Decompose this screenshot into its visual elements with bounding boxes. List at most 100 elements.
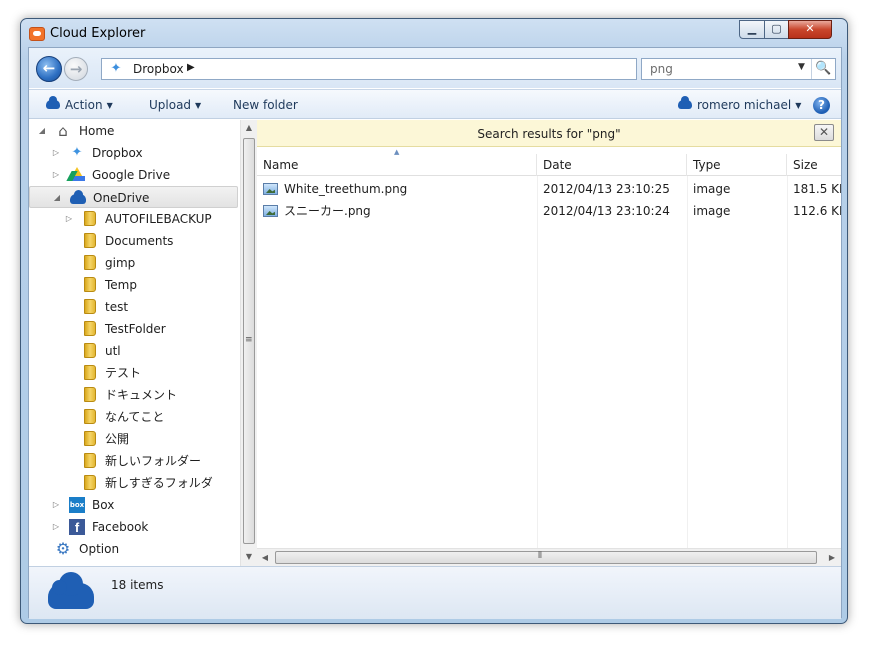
breadcrumb[interactable]: ✦ Dropbox ▶ ⇆ <box>101 58 701 80</box>
scroll-up-arrow-icon[interactable]: ▲ <box>241 120 257 136</box>
folder-icon <box>84 321 96 336</box>
tree-label: Google Drive <box>92 168 171 182</box>
forward-button[interactable]: → <box>64 57 88 81</box>
column-header-size[interactable]: Size <box>787 154 841 176</box>
column-header-type[interactable]: Type <box>687 154 787 176</box>
tree-item-onedrive[interactable]: ◢ OneDrive <box>29 186 238 208</box>
tree-vertical-scrollbar[interactable]: ▲ ▼ <box>240 120 257 566</box>
tree-item-folder[interactable]: テスト <box>29 362 239 384</box>
address-bar-row: ← → ✦ Dropbox ▶ ⇆ ▼ 🔍 <box>29 48 841 88</box>
expand-triangle-icon[interactable]: ▷ <box>51 516 61 538</box>
breadcrumb-dropbox[interactable]: Dropbox <box>133 62 184 76</box>
tree-item-folder[interactable]: utl <box>29 340 239 362</box>
new-folder-button[interactable]: New folder <box>233 98 298 112</box>
expand-triangle-icon[interactable]: ▷ <box>64 208 74 230</box>
tree-item-folder[interactable]: なんてこと <box>29 406 239 428</box>
file-type: image <box>693 182 731 196</box>
dropbox-icon: ✦ <box>110 61 122 76</box>
tree-label: 公開 <box>105 432 130 446</box>
search-box[interactable]: ▼ 🔍 <box>641 58 836 80</box>
table-row[interactable]: White_treethum.png 2012/04/13 23:10:25 i… <box>257 178 841 200</box>
search-input[interactable] <box>642 59 797 79</box>
scroll-down-arrow-icon[interactable]: ▼ <box>241 549 257 565</box>
maximize-button[interactable]: ▢ <box>764 20 789 39</box>
back-button[interactable]: ← <box>36 56 62 82</box>
tree-label: OneDrive <box>93 191 150 205</box>
scroll-right-arrow-icon[interactable]: ▶ <box>824 549 840 566</box>
horizontal-scrollbar[interactable]: ◀ ▶ <box>257 548 841 566</box>
google-drive-icon <box>69 167 85 181</box>
folder-icon <box>84 365 96 380</box>
upload-menu-button[interactable]: Upload ▼ <box>149 98 201 112</box>
column-header-date[interactable]: Date <box>537 154 687 176</box>
scrollbar-thumb[interactable] <box>243 138 255 544</box>
close-search-button[interactable]: ✕ <box>814 124 834 141</box>
tree-item-facebook[interactable]: ▷ f Facebook <box>29 516 239 538</box>
client-area: ← → ✦ Dropbox ▶ ⇆ ▼ 🔍 Action▼ Up <box>28 47 842 619</box>
expand-triangle-icon[interactable]: ▷ <box>51 494 61 516</box>
help-button[interactable]: ? <box>813 97 830 114</box>
tree-item-folder[interactable]: TestFolder <box>29 318 239 340</box>
tree-item-folder[interactable]: Temp <box>29 274 239 296</box>
tree-item-folder[interactable]: ドキュメント <box>29 384 239 406</box>
folder-icon <box>84 277 96 292</box>
tree-item-folder[interactable]: test <box>29 296 239 318</box>
minimize-button[interactable]: ▁ <box>739 20 765 39</box>
tree-label: Option <box>79 542 120 556</box>
tree-item-folder[interactable]: ▷ AUTOFILEBACKUP <box>29 208 239 230</box>
file-date: 2012/04/13 23:10:25 <box>543 182 670 196</box>
folder-icon <box>84 409 96 424</box>
breadcrumb-arrow-icon[interactable]: ▶ <box>187 62 195 73</box>
tree-label: なんてこと <box>105 410 165 424</box>
action-menu-button[interactable]: Action ▼ <box>46 96 113 112</box>
home-icon: ⌂ <box>58 122 68 140</box>
file-name: スニーカー.png <box>284 204 371 218</box>
facebook-icon: f <box>69 519 85 535</box>
action-label: Action <box>65 98 103 112</box>
scroll-left-arrow-icon[interactable]: ◀ <box>257 549 273 566</box>
tree-item-dropbox[interactable]: ▷ ✦ Dropbox <box>29 142 239 164</box>
folder-icon <box>84 211 96 226</box>
dropbox-icon: ✦ <box>71 145 83 160</box>
tree-label: 新しすぎるフォルダ <box>105 476 213 490</box>
tree-item-folder[interactable]: 公開 <box>29 428 239 450</box>
search-button[interactable]: 🔍 <box>811 59 835 79</box>
tree-label: Box <box>92 498 115 512</box>
tree-item-option[interactable]: ⚙ Option <box>29 538 239 560</box>
image-file-icon <box>263 205 278 217</box>
scrollbar-thumb[interactable] <box>275 551 817 564</box>
file-type: image <box>693 204 731 218</box>
tree-item-folder[interactable]: gimp <box>29 252 239 274</box>
tree-item-folder[interactable]: 新しすぎるフォルダ <box>29 472 239 494</box>
column-divider <box>687 176 688 548</box>
tree-item-home[interactable]: ◢ ⌂ Home <box>29 120 239 142</box>
expand-triangle-icon[interactable]: ▷ <box>51 164 61 186</box>
tree-item-folder[interactable]: Documents <box>29 230 239 252</box>
title-bar[interactable]: Cloud Explorer ▁ ▢ ✕ <box>21 19 847 47</box>
tree-item-folder[interactable]: 新しいフォルダー <box>29 450 239 472</box>
table-row[interactable]: スニーカー.png 2012/04/13 23:10:24 image 112.… <box>257 200 841 222</box>
expand-triangle-icon[interactable]: ▷ <box>51 142 61 164</box>
file-name: White_treethum.png <box>284 182 408 196</box>
tree-label: Facebook <box>92 520 149 534</box>
folder-icon <box>84 453 96 468</box>
column-header-name[interactable]: Name <box>257 154 537 176</box>
cloud-explorer-app-icon <box>29 27 45 41</box>
collapse-triangle-icon[interactable]: ◢ <box>37 120 47 142</box>
tree-item-google-drive[interactable]: ▷ Google Drive <box>29 164 239 186</box>
tree-item-box[interactable]: ▷ box Box <box>29 494 239 516</box>
onedrive-cloud-icon <box>48 572 94 609</box>
chevron-down-icon: ▼ <box>795 101 802 110</box>
status-bar: 18 items <box>29 566 841 619</box>
box-icon: box <box>69 497 85 513</box>
search-history-dropdown-icon[interactable]: ▼ <box>798 62 805 72</box>
folder-icon <box>84 299 96 314</box>
tree-label: 新しいフォルダー <box>105 454 202 468</box>
forward-arrow-icon: → <box>69 60 83 78</box>
window: Cloud Explorer ▁ ▢ ✕ ← → ✦ Dropbox ▶ ⇆ ▼… <box>20 18 848 624</box>
close-button[interactable]: ✕ <box>788 20 832 39</box>
account-menu-button[interactable]: romero michael ▼ <box>678 96 802 112</box>
tree-label: ドキュメント <box>105 388 178 402</box>
collapse-triangle-icon[interactable]: ◢ <box>52 187 62 209</box>
file-date: 2012/04/13 23:10:24 <box>543 204 670 218</box>
